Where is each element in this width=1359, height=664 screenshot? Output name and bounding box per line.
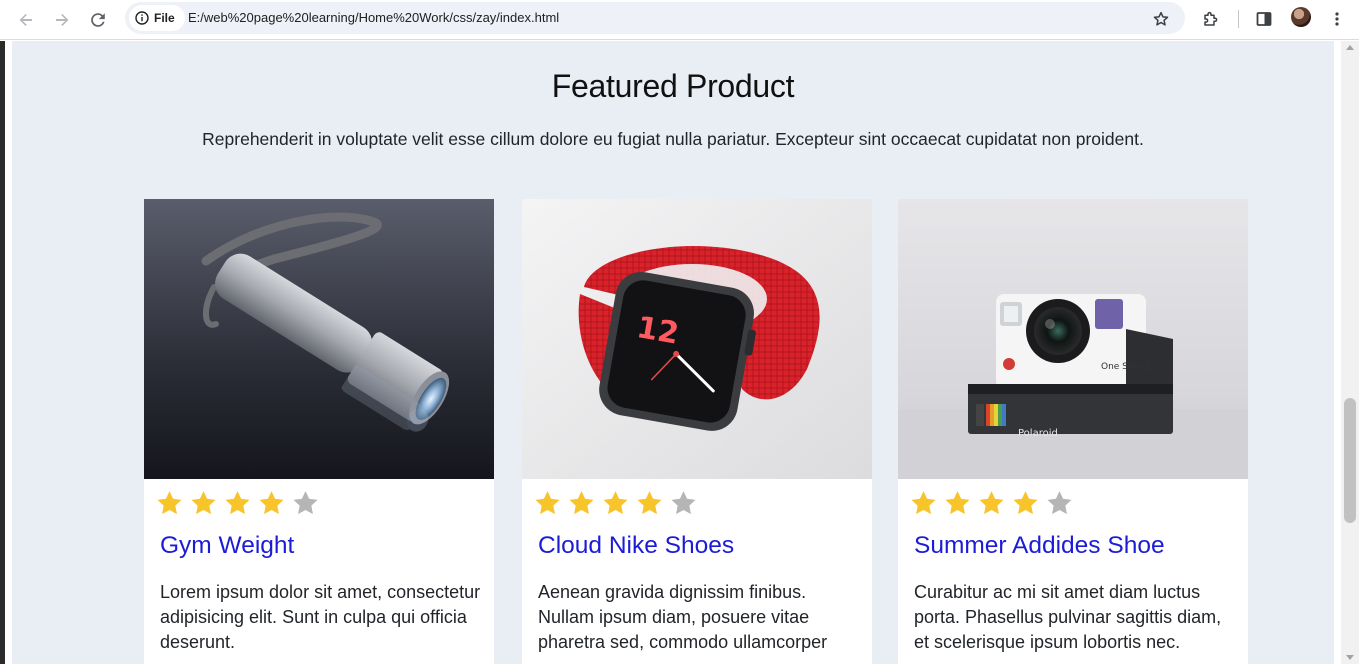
flashlight-illustration <box>144 199 494 479</box>
arrow-left-icon <box>19 14 32 26</box>
star-filled-icon <box>603 491 628 515</box>
product-description: Lorem ipsum dolor sit amet, consectetur … <box>160 582 481 652</box>
toolbar-divider <box>1238 10 1239 28</box>
star-filled-icon <box>979 491 1004 515</box>
star-filled-icon <box>569 491 594 515</box>
section-title: Featured Product <box>551 68 795 104</box>
product-image-flashlight[interactable] <box>144 199 494 479</box>
star-filled-icon <box>945 491 970 515</box>
menu-button[interactable] <box>1324 6 1350 32</box>
more-vertical-icon <box>1335 12 1339 26</box>
browser-toolbar: File E:/web%20page%20learning/Home%20Wor… <box>0 0 1359 40</box>
star-empty-icon <box>293 491 318 515</box>
camera-model: One Step 2 <box>1101 362 1151 372</box>
star-filled-icon <box>535 491 560 515</box>
reload-icon <box>91 13 105 27</box>
product-rating <box>155 489 320 517</box>
product-rating <box>533 489 698 517</box>
star-filled-icon <box>637 491 662 515</box>
camera-illustration: Polaroid One Step 2 <box>898 199 1248 479</box>
star-filled-icon <box>191 491 216 515</box>
scrollbar-thumb[interactable] <box>1344 398 1356 523</box>
scroll-up-arrow-icon[interactable] <box>1346 45 1354 50</box>
featured-product-section: Featured Product Reprehenderit in volupt… <box>12 41 1334 664</box>
bookmark-button[interactable] <box>1148 6 1174 32</box>
star-empty-icon <box>1047 491 1072 515</box>
extensions-button[interactable] <box>1198 6 1224 32</box>
scroll-down-arrow-icon[interactable] <box>1346 655 1354 660</box>
product-card: 12 Cloud Nike Shoes Aenean gravida digni… <box>522 199 872 664</box>
info-icon <box>135 11 149 25</box>
side-panel-button[interactable] <box>1251 6 1277 32</box>
product-image-smartwatch[interactable]: 12 <box>522 199 872 479</box>
product-title-link[interactable]: Cloud Nike Shoes <box>538 532 734 560</box>
smartwatch-illustration: 12 <box>522 199 872 479</box>
side-panel-icon <box>1256 12 1272 26</box>
star-empty-icon <box>671 491 696 515</box>
star-filled-icon <box>911 491 936 515</box>
star-filled-icon <box>1013 491 1038 515</box>
watch-face-number: 12 <box>634 310 681 352</box>
product-title-link[interactable]: Summer Addides Shoe <box>914 532 1165 560</box>
address-bar[interactable]: File E:/web%20page%20learning/Home%20Wor… <box>125 2 1185 34</box>
window-edge <box>0 41 5 664</box>
back-button[interactable] <box>12 6 40 34</box>
product-title-link[interactable]: Gym Weight <box>160 532 294 560</box>
product-card: Gym Weight Lorem ipsum dolor sit amet, c… <box>144 199 494 664</box>
product-description: Curabitur ac mi sit amet diam luctus por… <box>914 582 1222 652</box>
vertical-scrollbar[interactable] <box>1341 41 1359 664</box>
page-viewport: Featured Product Reprehenderit in volupt… <box>0 41 1359 664</box>
forward-button[interactable] <box>48 6 76 34</box>
product-image-camera[interactable]: Polaroid One Step 2 <box>898 199 1248 479</box>
star-filled-icon <box>157 491 182 515</box>
section-description: Reprehenderit in voluptate velit esse ci… <box>202 129 1144 149</box>
profile-avatar[interactable] <box>1291 7 1311 27</box>
bookmark-star-icon <box>1153 11 1169 26</box>
star-filled-icon <box>259 491 284 515</box>
camera-brand: Polaroid <box>1018 428 1058 439</box>
site-info-chip[interactable]: File <box>129 5 185 31</box>
url-text[interactable]: E:/web%20page%20learning/Home%20Work/css… <box>188 2 559 34</box>
puzzle-icon <box>1204 11 1218 26</box>
product-rating <box>909 489 1074 517</box>
arrow-right-icon <box>56 14 69 26</box>
product-card: Polaroid One Step 2 Summer Addides Shoe … <box>898 199 1248 664</box>
reload-button[interactable] <box>84 6 112 34</box>
star-filled-icon <box>225 491 250 515</box>
product-description: Aenean gravida dignissim finibus. Nullam… <box>538 582 828 652</box>
file-label: File <box>154 11 175 25</box>
